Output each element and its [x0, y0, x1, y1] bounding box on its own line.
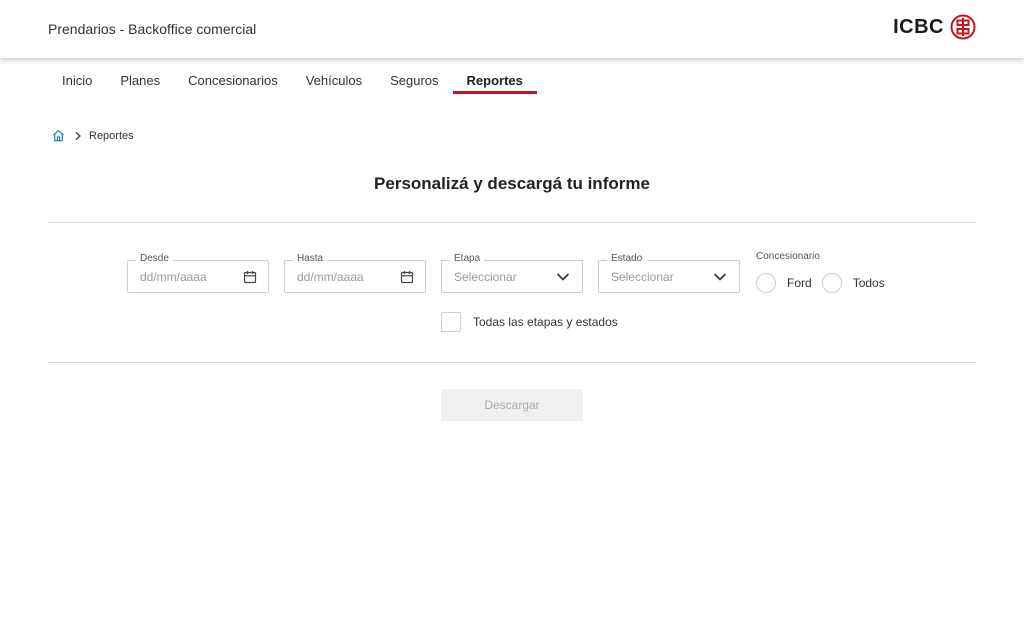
hasta-label: Hasta [293, 252, 328, 266]
etapa-placeholder: Seleccionar [454, 269, 517, 284]
estado-field: Estado Seleccionar [598, 252, 740, 293]
tab-reportes[interactable]: Reportes [452, 60, 538, 94]
radio-ford-circle[interactable] [756, 273, 776, 293]
calendar-icon[interactable] [400, 270, 414, 284]
breadcrumb-current: Reportes [89, 129, 134, 142]
page-title: Personalizá y descargá tu informe [374, 174, 650, 193]
tab-planes[interactable]: Planes [106, 60, 174, 94]
etapa-field: Etapa Seleccionar [441, 252, 583, 293]
download-button[interactable]: Descargar [441, 389, 583, 421]
calendar-icon[interactable] [243, 270, 257, 284]
radio-ford[interactable]: Ford [756, 273, 812, 293]
estado-placeholder: Seleccionar [611, 269, 674, 284]
brand-name: ICBC [893, 15, 944, 38]
tab-seguros[interactable]: Seguros [376, 60, 452, 94]
chevron-right-icon [75, 131, 81, 140]
all-stages-checkbox[interactable] [441, 312, 461, 332]
breadcrumb: Reportes [52, 129, 134, 142]
brand: ICBC [893, 14, 976, 40]
radio-todos[interactable]: Todos [821, 273, 885, 293]
radio-todos-circle[interactable] [821, 273, 842, 293]
icbc-logo-icon [950, 14, 976, 40]
desde-label: Desde [136, 252, 173, 266]
tab-vehiculos[interactable]: Vehículos [292, 60, 376, 94]
tab-concesionarios[interactable]: Concesionarios [174, 60, 292, 94]
desde-placeholder: dd/mm/aaaa [140, 269, 207, 284]
app-header: Prendarios - Backoffice comercial ICBC [0, 0, 1024, 58]
app-title: Prendarios - Backoffice comercial [48, 21, 257, 37]
hasta-placeholder: dd/mm/aaaa [297, 269, 364, 284]
all-stages-checkbox-row[interactable]: Todas las etapas y estados [441, 312, 618, 332]
top-nav: Inicio Planes Concesionarios Vehículos S… [48, 60, 538, 94]
estado-label: Estado [607, 252, 647, 266]
divider-top [48, 222, 976, 223]
concesionario-options: Ford Todos [756, 273, 895, 293]
chevron-down-icon[interactable] [712, 269, 728, 285]
etapa-label: Etapa [450, 252, 485, 266]
concesionario-label: Concesionario [756, 251, 820, 262]
divider-bottom [48, 362, 976, 363]
radio-todos-label[interactable]: Todos [853, 276, 885, 290]
all-stages-label[interactable]: Todas las etapas y estados [473, 315, 618, 329]
concesionario-radio-group: Concesionario Ford Todos [756, 250, 895, 293]
hasta-field: Hasta dd/mm/aaaa [284, 252, 426, 293]
radio-ford-label[interactable]: Ford [787, 276, 812, 290]
desde-field: Desde dd/mm/aaaa [127, 252, 269, 293]
chevron-down-icon[interactable] [555, 269, 571, 285]
tab-inicio[interactable]: Inicio [48, 60, 106, 94]
home-icon[interactable] [52, 129, 65, 142]
